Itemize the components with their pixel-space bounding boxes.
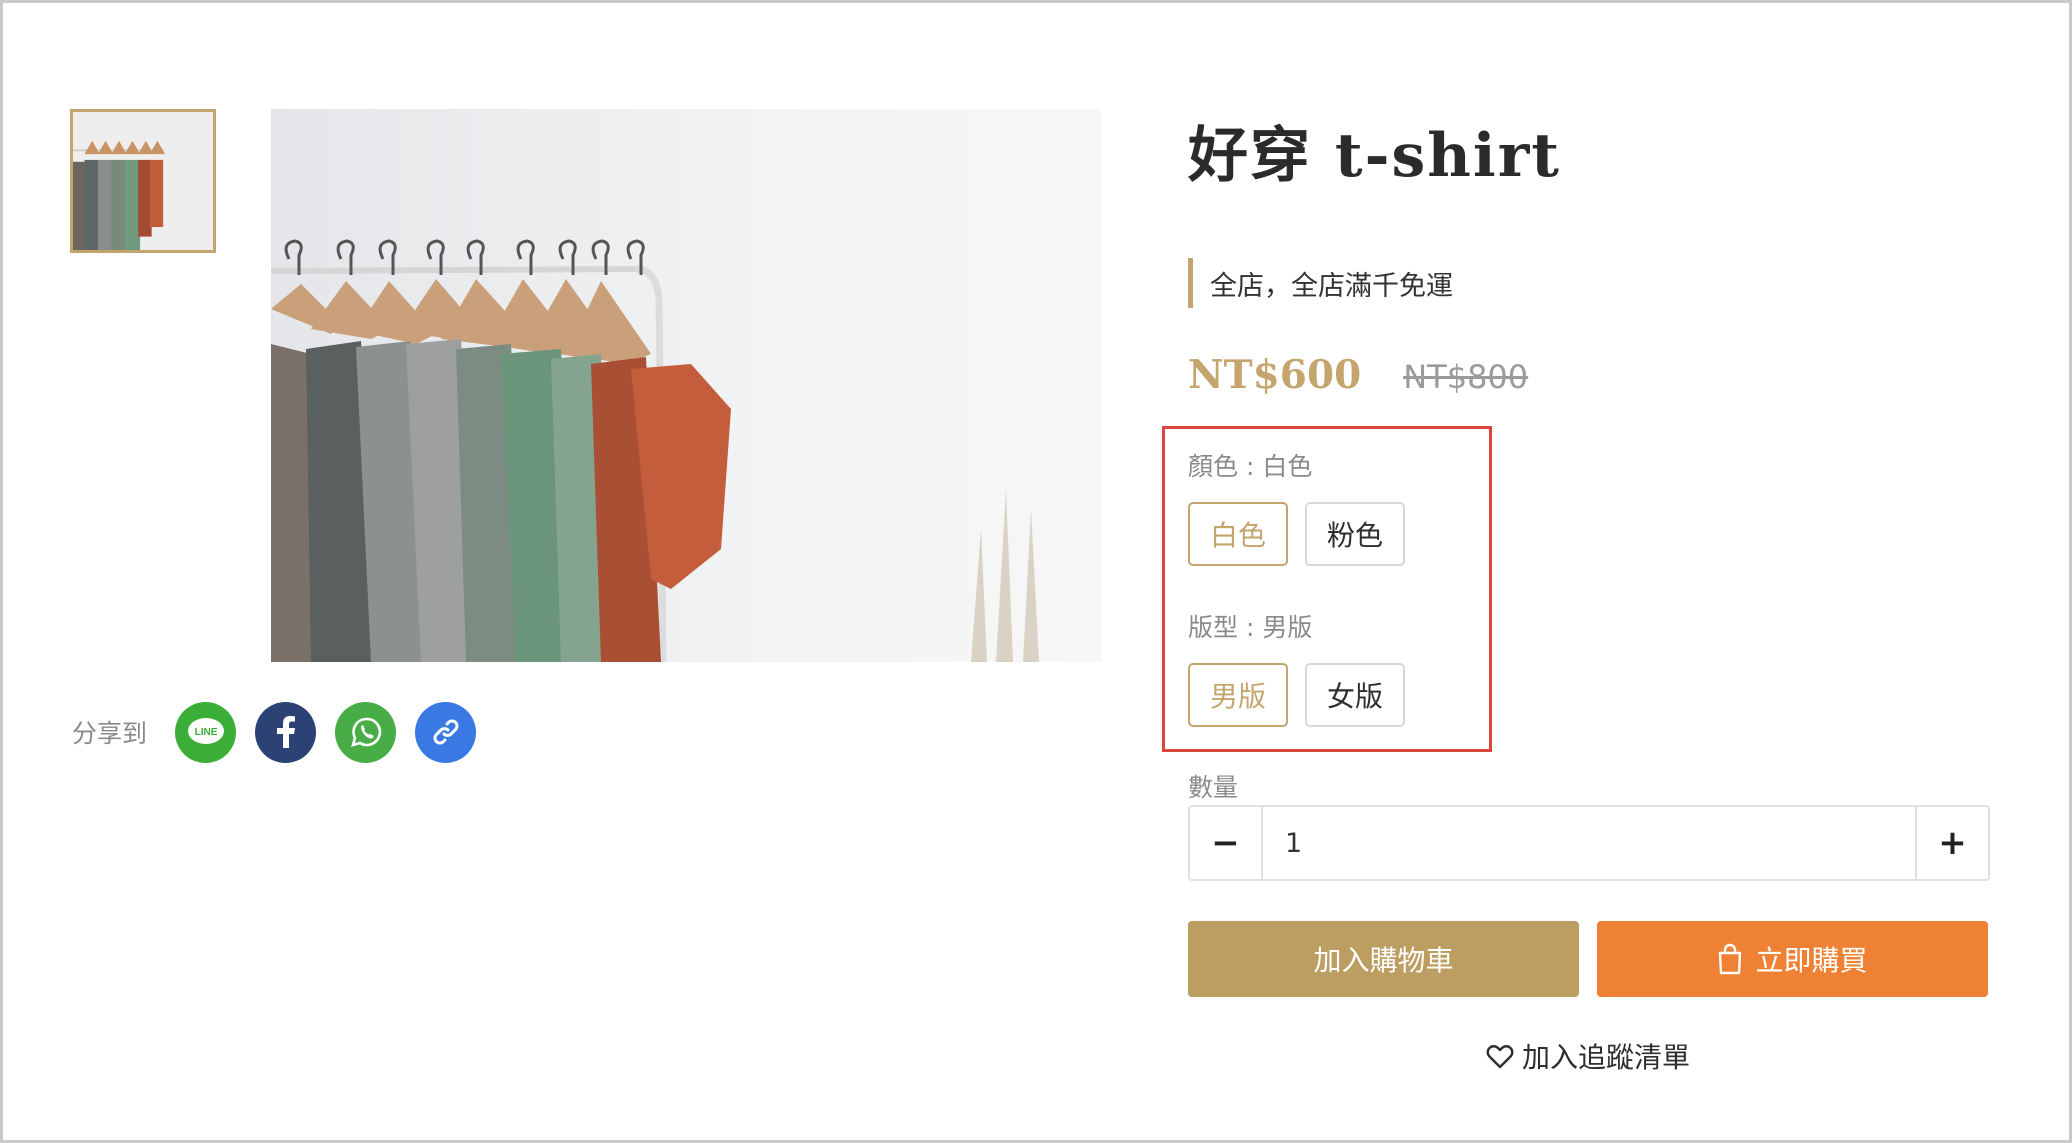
- original-price: NT$800: [1403, 358, 1529, 396]
- share-copy-link-button[interactable]: [415, 701, 477, 763]
- sale-price: NT$600: [1188, 352, 1362, 398]
- fit-option-women[interactable]: 女版: [1305, 663, 1405, 727]
- product-title: 好穿 t-shirt: [1188, 121, 1562, 191]
- clothes-rack-thumbnail-image: [73, 112, 213, 250]
- share-line-button[interactable]: LINE: [175, 701, 237, 763]
- wishlist-label: 加入追蹤清單: [1522, 1041, 1691, 1074]
- product-thumbnail[interactable]: [70, 109, 216, 253]
- color-option-label: 顏色 : 白色: [1188, 452, 1313, 481]
- add-to-cart-label: 加入購物車: [1313, 944, 1454, 977]
- svg-text:LINE: LINE: [194, 727, 217, 738]
- quantity-decrease-button[interactable]: −: [1190, 807, 1263, 879]
- whatsapp-icon: [350, 717, 381, 747]
- promo-text: 全店，全店滿千免運: [1210, 270, 1453, 302]
- quantity-increase-button[interactable]: +: [1915, 807, 1988, 879]
- share-whatsapp-button[interactable]: [335, 701, 397, 763]
- shopping-bag-icon: [1719, 943, 1742, 975]
- share-bar: 分享到 LINE: [72, 700, 495, 764]
- heart-icon: [1486, 1045, 1514, 1069]
- promo-banner: 全店，全店滿千免運: [1188, 258, 1453, 308]
- share-facebook-button[interactable]: [255, 701, 317, 763]
- facebook-icon: [276, 716, 295, 748]
- fit-option-label: 版型 : 男版: [1188, 613, 1313, 642]
- link-icon: [433, 719, 458, 745]
- price-row: NT$600 NT$800: [1188, 352, 1528, 398]
- add-to-cart-button[interactable]: 加入購物車: [1188, 921, 1579, 997]
- buy-now-button[interactable]: 立即購買: [1597, 921, 1988, 997]
- quantity-input[interactable]: [1263, 807, 1915, 879]
- line-icon: LINE: [187, 718, 224, 744]
- add-to-wishlist-link[interactable]: 加入追蹤清單: [1486, 1036, 1690, 1076]
- share-label: 分享到: [72, 719, 148, 748]
- fit-option-men[interactable]: 男版: [1188, 663, 1288, 727]
- buy-now-label: 立即購買: [1755, 944, 1868, 977]
- quantity-label: 數量: [1188, 773, 1239, 802]
- color-option-pink[interactable]: 粉色: [1305, 502, 1405, 566]
- clothes-rack-photo: [271, 109, 1101, 662]
- quantity-stepper: − +: [1188, 805, 1990, 881]
- color-option-white[interactable]: 白色: [1188, 502, 1288, 566]
- product-main-image: [271, 109, 1101, 662]
